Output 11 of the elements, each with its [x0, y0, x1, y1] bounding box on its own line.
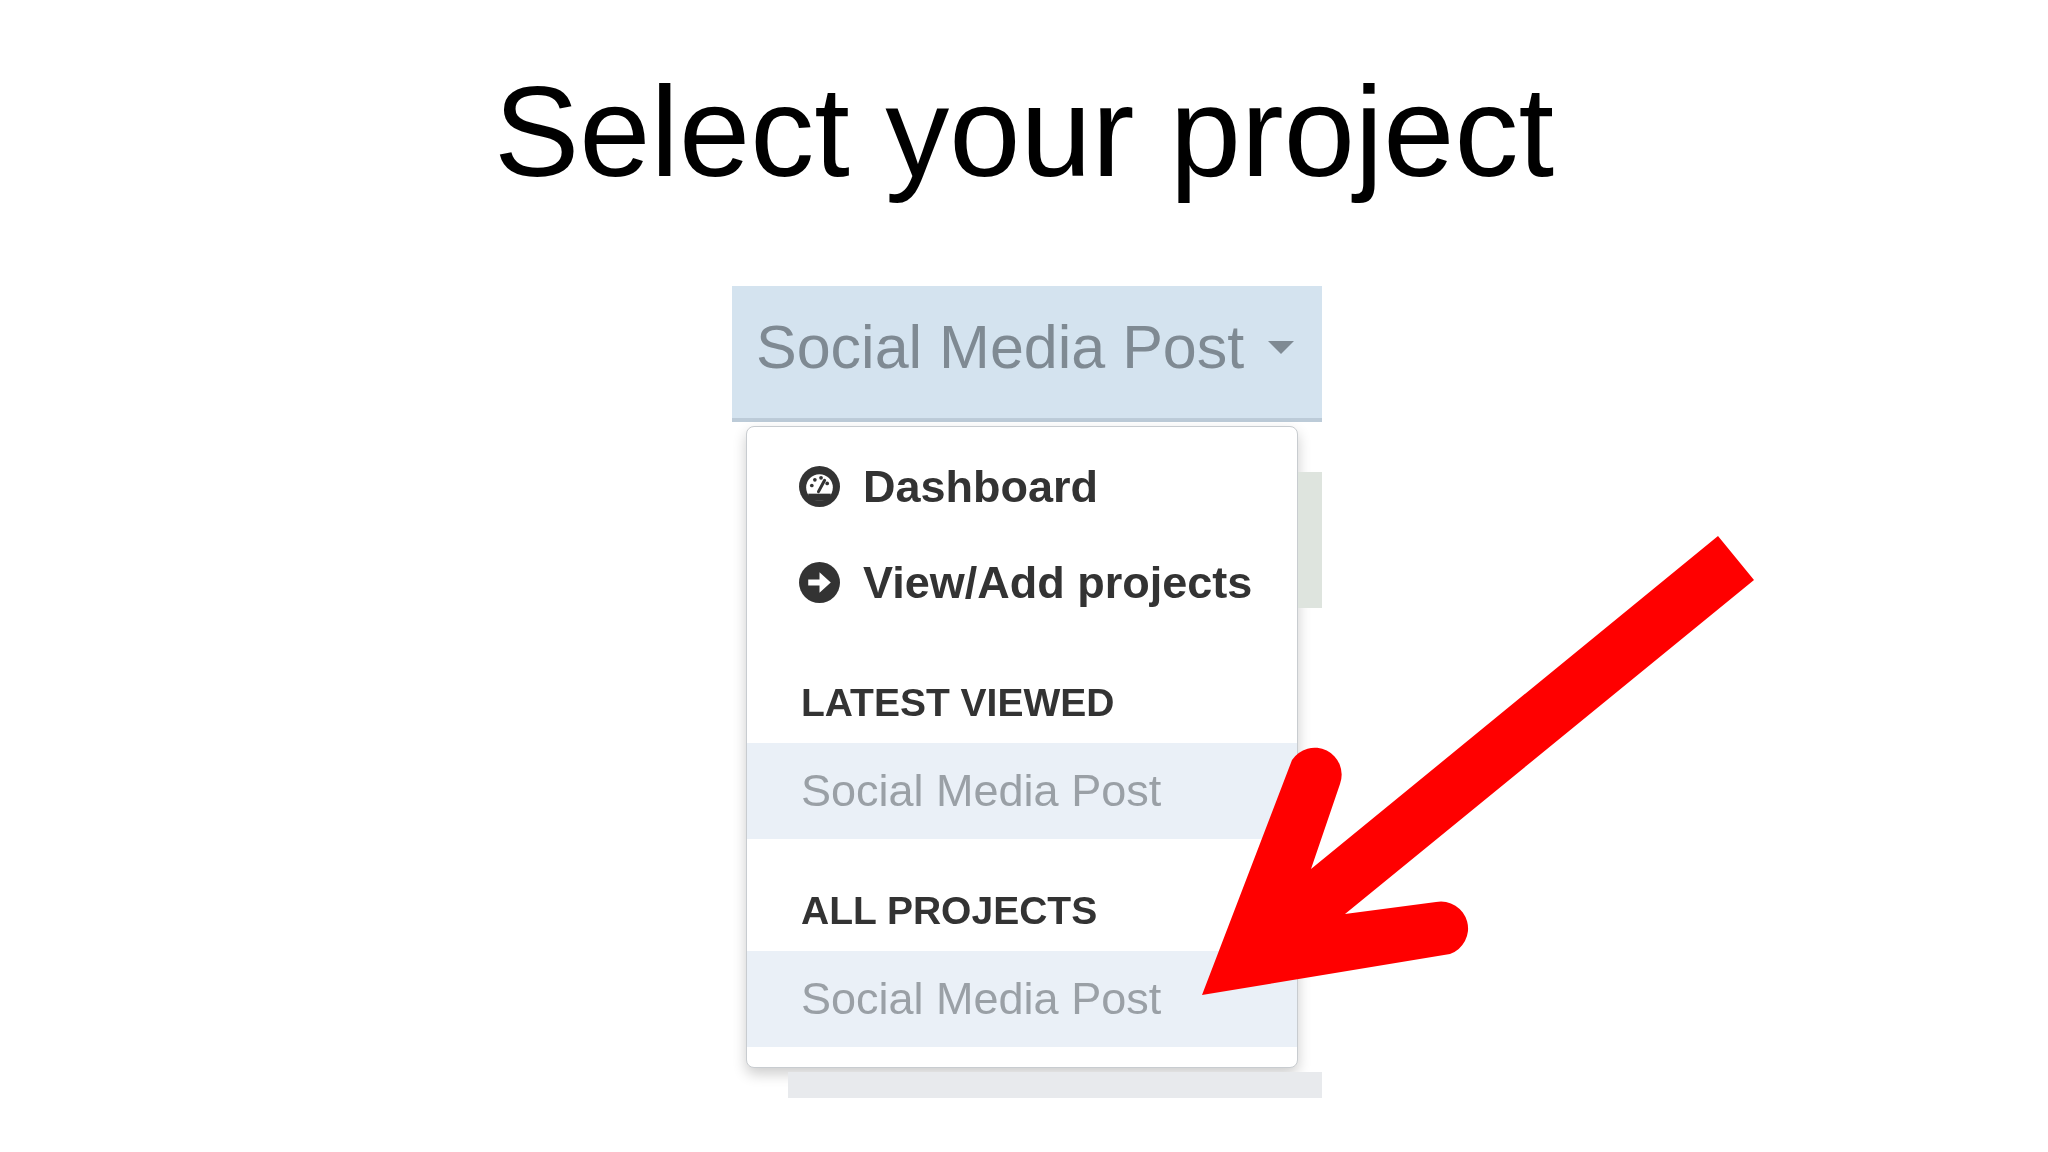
project-dropdown-button[interactable]: Social Media Post: [732, 285, 1322, 422]
menu-link[interactable]: View/Add projects: [799, 560, 1253, 606]
caret-icon: [1268, 341, 1295, 355]
arrow-circle-icon: [799, 562, 840, 604]
gauge-icon: [799, 466, 840, 508]
slide-title: Select your project: [493, 59, 1555, 205]
project-item[interactable]: Social Media Post: [747, 950, 1297, 1047]
section-heading: ALL PROJECTS: [801, 891, 1098, 931]
menu-link[interactable]: Dashboard: [799, 464, 1099, 510]
project-item[interactable]: Social Media Post: [747, 742, 1297, 839]
section-heading: LATEST VIEWED: [801, 683, 1115, 723]
